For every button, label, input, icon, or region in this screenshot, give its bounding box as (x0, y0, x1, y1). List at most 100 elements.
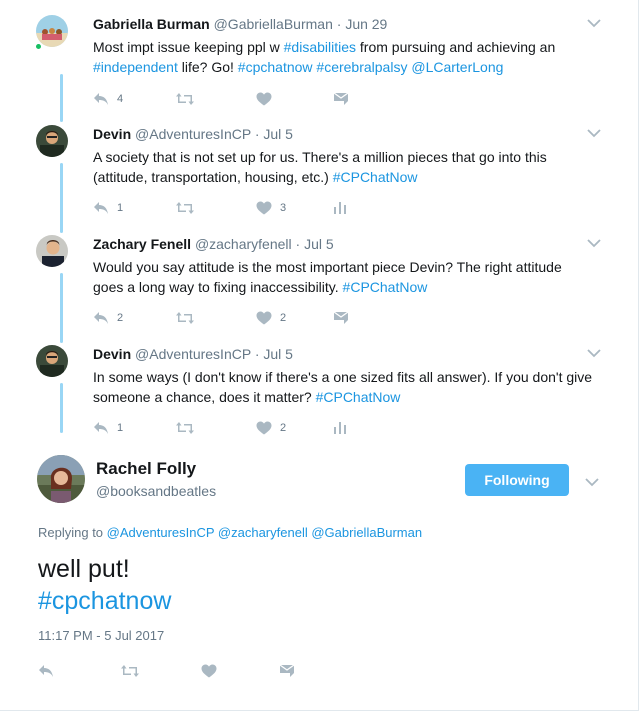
tweet-time[interactable]: Jun 29 (345, 16, 387, 32)
direct-message-button[interactable] (279, 662, 295, 680)
tweet-item[interactable]: Gabriella Burman @GabriellaBurman · Jun … (0, 15, 639, 115)
tweet-item[interactable]: Devin @AdventuresInCP · Jul 5 In some wa… (0, 345, 639, 440)
text-segment: life? Go! (177, 59, 238, 75)
hashtag-link[interactable]: #independent (93, 59, 178, 75)
reply-icon (94, 202, 108, 214)
tweet-actions: 1 2 (93, 419, 393, 439)
separator-dot: · (295, 236, 301, 252)
reply-icon (94, 93, 108, 105)
following-button[interactable]: Following (465, 464, 569, 496)
tweet-text: Most impt issue keeping ppl w #disabilit… (93, 37, 593, 77)
chevron-down-icon[interactable] (587, 348, 601, 358)
author-handle[interactable]: @GabriellaBurman (214, 16, 333, 32)
avatar[interactable] (36, 125, 68, 157)
online-indicator (35, 43, 42, 50)
dm-icon (279, 664, 295, 677)
reply-icon (94, 422, 108, 434)
avatar[interactable] (36, 235, 68, 267)
main-tweet-text: well put! #cpchatnow (38, 553, 171, 617)
chevron-down-icon[interactable] (587, 238, 601, 248)
main-author-handle[interactable]: @booksandbeatles (96, 482, 216, 500)
tweet-text: A society that is not set up for us. The… (93, 147, 593, 187)
like-count: 2 (280, 312, 287, 324)
mention-link[interactable]: @zacharyfenell (218, 525, 308, 540)
hashtag-link[interactable]: #cpchatnow (238, 59, 313, 75)
tweet-header: Gabriella Burman @GabriellaBurman · Jun … (93, 15, 387, 33)
retweet-button[interactable] (175, 309, 195, 327)
text-segment: A society that is not set up for us. The… (93, 149, 547, 185)
reply-icon (94, 312, 108, 324)
hashtag-link[interactable]: #CPChatNow (316, 389, 401, 405)
main-avatar[interactable] (37, 455, 85, 503)
main-tweet-actions (38, 662, 338, 682)
avatar[interactable] (36, 15, 68, 47)
dm-icon (333, 311, 349, 324)
like-button[interactable]: 3 (256, 199, 286, 217)
like-button[interactable]: 2 (256, 419, 286, 437)
direct-message-button[interactable] (333, 90, 349, 108)
main-author-name[interactable]: Rachel Folly (96, 459, 196, 479)
reply-button[interactable] (38, 662, 54, 680)
author-handle[interactable]: @AdventuresInCP (135, 126, 251, 142)
tweet-actions: 4 (93, 90, 393, 110)
mention-link[interactable]: @GabriellaBurman (311, 525, 422, 540)
retweet-button[interactable] (175, 419, 195, 437)
hashtag-link[interactable]: #CPChatNow (333, 169, 418, 185)
like-count: 2 (280, 422, 287, 434)
analytics-button[interactable] (333, 199, 347, 217)
hashtag-link[interactable]: #cpchatnow (38, 585, 171, 617)
reply-button[interactable]: 1 (93, 419, 123, 437)
reply-count: 1 (117, 202, 124, 214)
author-name[interactable]: Devin (93, 346, 131, 362)
analytics-button[interactable] (333, 419, 347, 437)
reply-button[interactable]: 2 (93, 309, 123, 327)
reply-count: 1 (117, 422, 124, 434)
main-text-line: well put! (38, 555, 130, 583)
analytics-icon (334, 422, 346, 434)
hashtag-link[interactable]: #CPChatNow (343, 279, 428, 295)
heart-icon (201, 664, 217, 678)
mention-link[interactable]: @LCarterLong (411, 59, 503, 75)
tweet-time[interactable]: Jul 5 (263, 126, 293, 142)
retweet-icon (176, 202, 194, 214)
tweet-item[interactable]: Zachary Fenell @zacharyfenell · Jul 5 Wo… (0, 235, 639, 330)
like-button[interactable] (201, 662, 217, 680)
tweet-header: Devin @AdventuresInCP · Jul 5 (93, 125, 293, 143)
mention-link[interactable]: @AdventuresInCP (107, 525, 215, 540)
tweet-time[interactable]: Jul 5 (304, 236, 334, 252)
separator-dot: · (254, 346, 260, 362)
tweet-header: Zachary Fenell @zacharyfenell · Jul 5 (93, 235, 334, 253)
hashtag-link[interactable]: #disabilities (284, 39, 356, 55)
reply-button[interactable]: 4 (93, 90, 123, 108)
text-segment: Would you say attitude is the most impor… (93, 259, 562, 295)
tweet-time[interactable]: Jul 5 (263, 346, 293, 362)
avatar[interactable] (36, 345, 68, 377)
chevron-down-icon[interactable] (587, 18, 601, 28)
author-name[interactable]: Devin (93, 126, 131, 142)
reply-button[interactable]: 1 (93, 199, 123, 217)
direct-message-button[interactable] (333, 309, 349, 327)
conversation-panel: Gabriella Burman @GabriellaBurman · Jun … (0, 0, 639, 711)
main-timestamp[interactable]: 11:17 PM - 5 Jul 2017 (38, 628, 164, 644)
heart-icon (256, 201, 272, 215)
author-name[interactable]: Zachary Fenell (93, 236, 191, 252)
author-handle[interactable]: @AdventuresInCP (135, 346, 251, 362)
retweet-button[interactable] (120, 662, 140, 680)
like-button[interactable]: 2 (256, 309, 286, 327)
tweet-item[interactable]: Devin @AdventuresInCP · Jul 5 A society … (0, 125, 639, 220)
chevron-down-icon[interactable] (587, 128, 601, 138)
like-button[interactable] (256, 90, 272, 108)
author-name[interactable]: Gabriella Burman (93, 16, 210, 32)
heart-icon (256, 92, 272, 106)
hashtag-link[interactable]: #cerebralpalsy (316, 59, 407, 75)
chevron-down-icon[interactable] (585, 477, 599, 487)
heart-icon (256, 421, 272, 435)
separator-dot: · (336, 16, 342, 32)
retweet-button[interactable] (175, 90, 195, 108)
tweet-text: Would you say attitude is the most impor… (93, 257, 593, 297)
retweet-button[interactable] (175, 199, 195, 217)
author-handle[interactable]: @zacharyfenell (195, 236, 292, 252)
retweet-icon (121, 665, 139, 677)
text-segment: from pursuing and achieving an (356, 39, 556, 55)
text-segment: Most impt issue keeping ppl w (93, 39, 284, 55)
